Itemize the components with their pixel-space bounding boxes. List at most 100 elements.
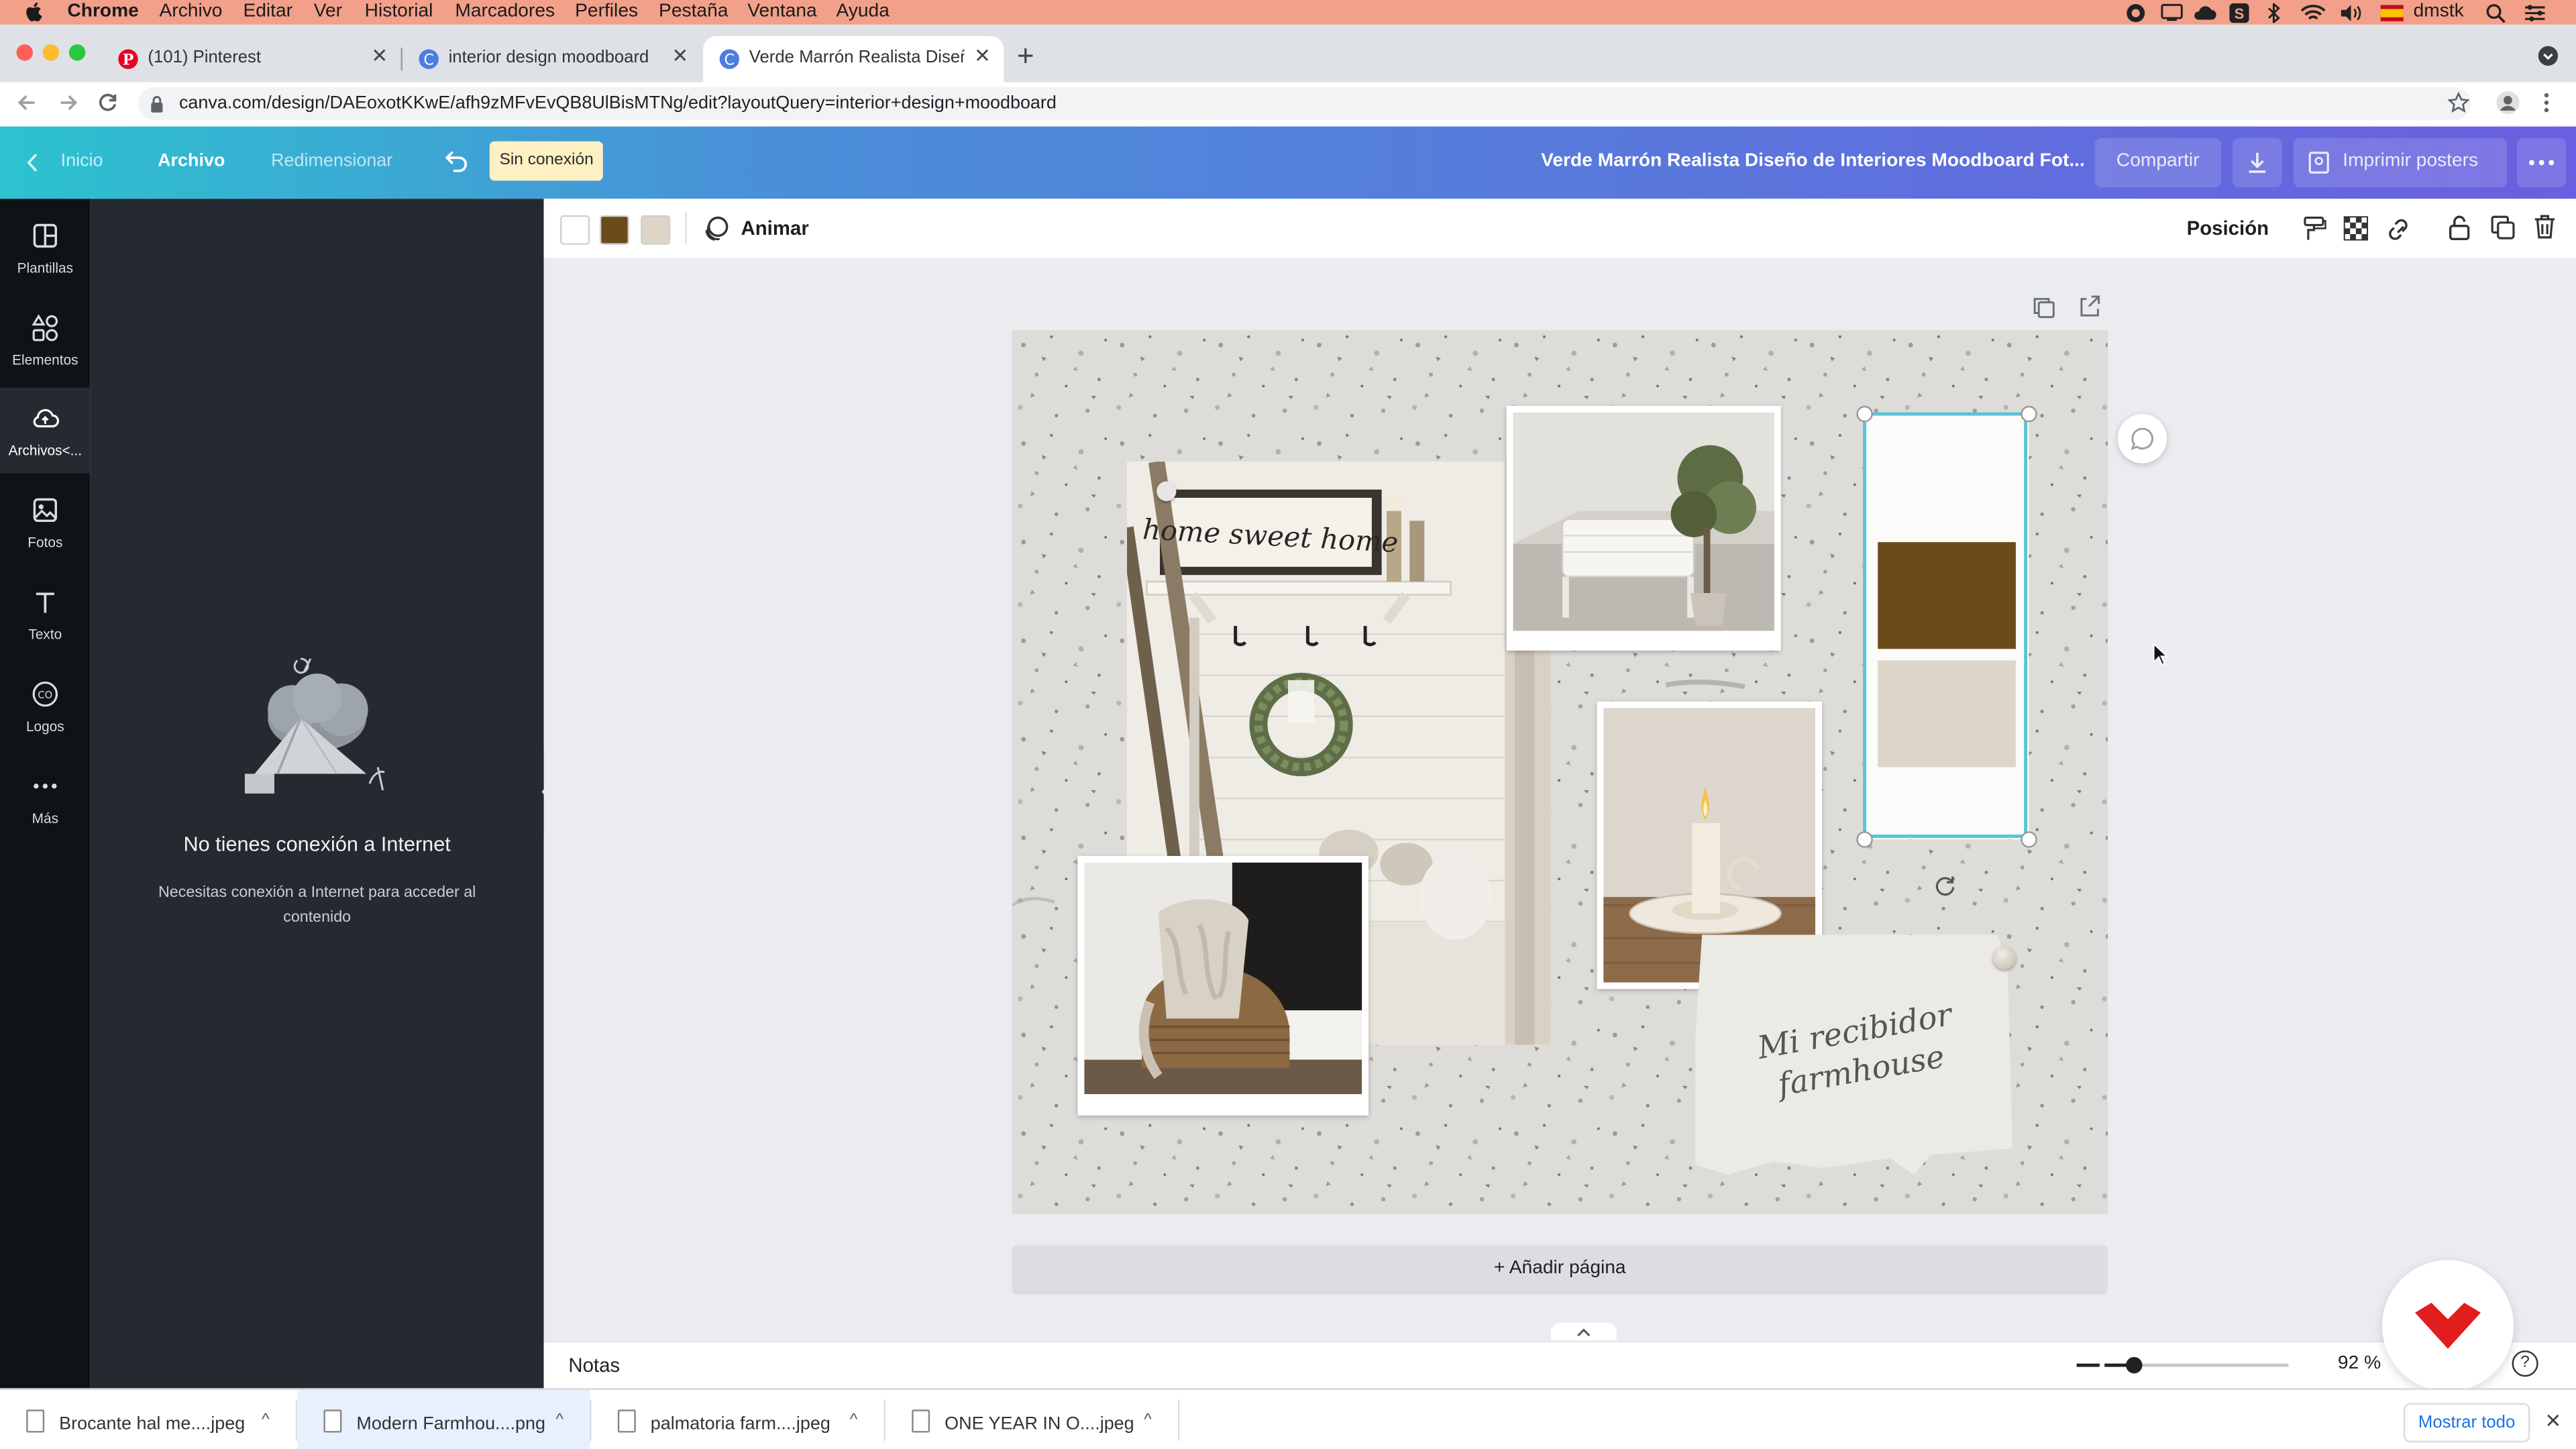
share-page-icon[interactable] bbox=[2078, 294, 2101, 317]
animate-icon[interactable] bbox=[703, 215, 729, 241]
sidebar-item-uploads[interactable]: Archivos<... bbox=[0, 387, 91, 474]
window-close-button[interactable] bbox=[16, 44, 33, 61]
resize-handle-se[interactable] bbox=[2021, 831, 2037, 848]
color-swatch-brown[interactable] bbox=[599, 215, 629, 245]
menu-historial[interactable]: Historial bbox=[365, 0, 433, 25]
home-link[interactable]: Inicio bbox=[61, 151, 103, 170]
sidebar-item-photos[interactable]: Fotos bbox=[0, 480, 91, 565]
copy-page-icon[interactable] bbox=[2032, 296, 2055, 319]
notes-expand-tab[interactable] bbox=[1550, 1322, 1617, 1341]
download-item[interactable]: Brocante hal me....jpeg ^ bbox=[0, 1390, 296, 1449]
resize-handle-sw[interactable] bbox=[1856, 831, 1873, 848]
menu-editar[interactable]: Editar bbox=[243, 0, 292, 25]
spotlight-search-icon[interactable] bbox=[2485, 3, 2506, 23]
file-menu[interactable]: Archivo bbox=[158, 151, 225, 170]
basket-photo[interactable] bbox=[1077, 855, 1369, 1116]
document-title[interactable]: Verde Marrón Realista Diseño de Interior… bbox=[1541, 151, 2085, 170]
chevron-left-icon[interactable] bbox=[26, 153, 40, 172]
share-button[interactable]: Compartir bbox=[2094, 138, 2222, 188]
menubar-user[interactable]: dmstk bbox=[2414, 0, 2464, 25]
color-swatch-beige[interactable] bbox=[641, 215, 671, 245]
sidebar-item-more[interactable]: Más bbox=[0, 756, 91, 841]
creative-cloud-icon[interactable] bbox=[2193, 3, 2216, 21]
download-item[interactable]: ONE YEAR IN O....jpeg ^ bbox=[885, 1390, 1178, 1449]
download-item[interactable]: Modern Farmhou....png ^ bbox=[297, 1389, 590, 1449]
paint-format-icon[interactable] bbox=[2303, 215, 2326, 241]
trash-icon[interactable] bbox=[2533, 213, 2556, 239]
window-zoom-button[interactable] bbox=[68, 44, 86, 61]
zoom-out-icon[interactable] bbox=[2076, 1363, 2100, 1367]
show-all-downloads-button[interactable]: Mostrar todo bbox=[2403, 1403, 2530, 1443]
chevron-up-icon[interactable]: ^ bbox=[555, 1411, 564, 1430]
bluetooth-icon[interactable] bbox=[2265, 3, 2282, 23]
window-minimize-button[interactable] bbox=[42, 44, 60, 61]
tab-pinterest[interactable]: P (101) Pinterest ✕ bbox=[102, 36, 401, 83]
spain-flag-icon[interactable] bbox=[2380, 5, 2404, 21]
menu-ayuda[interactable]: Ayuda bbox=[837, 0, 890, 25]
sidebar-item-logos[interactable]: CO Logos bbox=[0, 663, 91, 749]
help-icon[interactable]: ? bbox=[2512, 1350, 2538, 1377]
animate-button[interactable]: Animar bbox=[741, 217, 808, 239]
menu-marcadores[interactable]: Marcadores bbox=[455, 0, 555, 25]
chevron-up-icon[interactable]: ^ bbox=[1144, 1411, 1152, 1430]
tab-search-chevron-icon[interactable] bbox=[2538, 46, 2559, 66]
close-tab-icon[interactable]: ✕ bbox=[974, 44, 991, 67]
color-swatch-white[interactable] bbox=[560, 215, 590, 245]
wifi-icon[interactable] bbox=[2300, 3, 2326, 23]
screen-icon[interactable] bbox=[2160, 3, 2183, 21]
zoom-level[interactable]: 92 % bbox=[2338, 1354, 2381, 1373]
transparency-icon[interactable] bbox=[2343, 215, 2369, 241]
chevron-up-icon[interactable]: ^ bbox=[850, 1411, 858, 1430]
note-card[interactable]: Mi recibidor farmhouse bbox=[1689, 934, 2043, 1181]
sidebar-item-text[interactable]: Texto bbox=[0, 572, 91, 657]
menu-perfiles[interactable]: Perfiles bbox=[575, 0, 638, 25]
resize-handle-nw[interactable] bbox=[1856, 405, 1873, 423]
volume-icon[interactable] bbox=[2339, 3, 2362, 23]
status-app-icon[interactable] bbox=[2126, 3, 2145, 23]
close-tab-icon[interactable]: ✕ bbox=[371, 44, 388, 67]
tab-interior-design-moodboard[interactable]: C interior design moodboard ✕ bbox=[402, 36, 702, 83]
editor-toolbar: Animar Posición bbox=[543, 199, 2576, 260]
print-posters-button[interactable]: Imprimir posters bbox=[2293, 138, 2508, 188]
notes-button[interactable]: Notas bbox=[568, 1354, 620, 1377]
back-arrow-icon[interactable] bbox=[16, 92, 38, 113]
more-options-button[interactable] bbox=[2516, 138, 2567, 188]
download-item[interactable]: palmatoria farm....jpeg ^ bbox=[592, 1390, 884, 1449]
position-button[interactable]: Posición bbox=[2187, 217, 2269, 239]
profile-avatar-icon[interactable] bbox=[2496, 91, 2520, 115]
link-icon[interactable] bbox=[2385, 217, 2415, 240]
bookmark-star-icon[interactable] bbox=[2448, 92, 2469, 113]
resize-button[interactable]: Redimensionar bbox=[271, 151, 392, 170]
browser-menu-icon[interactable] bbox=[2542, 91, 2552, 115]
tab-verde-marron-active[interactable]: C Verde Marrón Realista Diseño d ✕ bbox=[703, 36, 1004, 83]
download-button[interactable] bbox=[2233, 138, 2282, 188]
new-tab-button[interactable]: + bbox=[1017, 40, 1034, 74]
zoom-slider[interactable] bbox=[2104, 1356, 2289, 1374]
sidebar-item-templates[interactable]: Plantillas bbox=[0, 205, 91, 290]
apple-icon[interactable] bbox=[25, 0, 43, 23]
duplicate-icon[interactable] bbox=[2491, 215, 2516, 240]
file-icon bbox=[323, 1409, 342, 1433]
reload-icon[interactable] bbox=[97, 92, 118, 113]
comment-button[interactable] bbox=[2117, 414, 2167, 464]
close-downloads-icon[interactable]: ✕ bbox=[2545, 1409, 2562, 1432]
bench-tree-photo[interactable] bbox=[1506, 405, 1781, 651]
url-field[interactable]: canva.com/design/DAEoxotKKwE/afh9zMFvEvQ… bbox=[138, 87, 2471, 120]
resize-handle-ne[interactable] bbox=[2021, 405, 2037, 423]
menu-archivo[interactable]: Archivo bbox=[160, 0, 223, 25]
lock-icon[interactable] bbox=[2448, 213, 2471, 241]
rotate-handle-icon[interactable] bbox=[1933, 874, 1956, 897]
menu-pestana[interactable]: Pestaña bbox=[659, 0, 728, 25]
forward-arrow-icon[interactable] bbox=[58, 92, 79, 113]
menu-ver[interactable]: Ver bbox=[314, 0, 342, 25]
add-page-button[interactable]: + Añadir página bbox=[1012, 1245, 2108, 1295]
s-badge-icon[interactable]: S bbox=[2229, 3, 2249, 23]
control-center-icon[interactable] bbox=[2524, 3, 2546, 23]
menu-ventana[interactable]: Ventana bbox=[747, 0, 816, 25]
zoom-slider-thumb[interactable] bbox=[2125, 1356, 2143, 1374]
sidebar-item-elements[interactable]: Elementos bbox=[0, 297, 91, 382]
menu-app-name[interactable]: Chrome bbox=[67, 0, 138, 25]
undo-icon[interactable] bbox=[442, 150, 468, 172]
close-tab-icon[interactable]: ✕ bbox=[672, 44, 688, 67]
chevron-up-icon[interactable]: ^ bbox=[262, 1411, 270, 1430]
